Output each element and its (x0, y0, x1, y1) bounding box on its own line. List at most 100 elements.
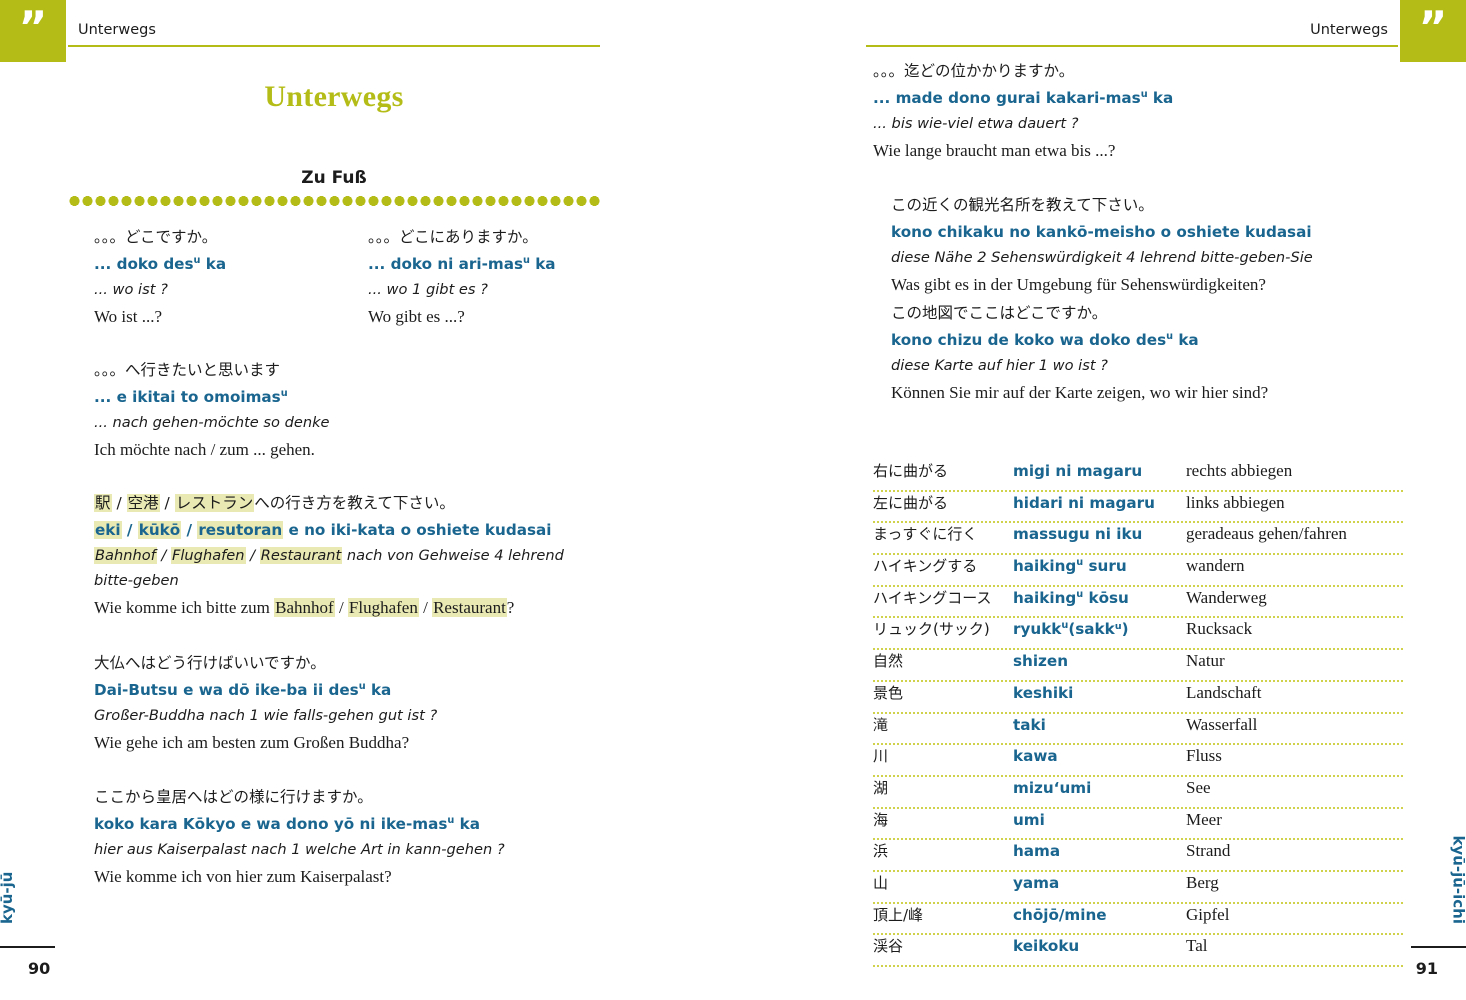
phrase-german: Wo ist ...? (94, 306, 163, 326)
vocab-japanese: 右に曲がる (873, 462, 949, 480)
phrase-gloss: Bahnhof / Flughafen / Restaurant nach vo… (94, 546, 564, 589)
table-row: 頂上/峰 chōjō/mine Gipfel (873, 904, 1403, 936)
vocab-romaji: keikoku (1013, 937, 1080, 956)
vocab-japanese: リュック(サック) (873, 620, 990, 639)
vocab-japanese: 海 (873, 810, 889, 829)
right-page: ” Unterwegs 。。。迄どの位かかりますか。 ... made dono… (733, 0, 1466, 1000)
chapter-title: Unterwegs (264, 80, 404, 113)
vocab-japanese: 景色 (873, 683, 904, 702)
vocab-german: rechts abbiegen (1186, 461, 1293, 480)
vocab-japanese: 湖 (873, 778, 889, 797)
phrase-japanese: 。。。迄どの位かかりますか。 (873, 62, 1075, 80)
highlighted-term: Bahnhof (274, 597, 335, 617)
vocab-romaji: migi ni magaru (1013, 462, 1143, 480)
table-row: 渓谷 keikoku Tal (873, 935, 1403, 967)
vocab-japanese: 川 (873, 747, 889, 766)
running-head-right: Unterwegs (1310, 22, 1388, 38)
table-row: 湖 mizu‘umi See (873, 777, 1403, 809)
vocab-german: Tal (1186, 936, 1208, 956)
phrase-romaji: kono chizu de koko wa doko desu ka (891, 330, 1199, 349)
vocab-romaji: yama (1013, 873, 1060, 892)
table-row: 川 kawa Fluss (873, 745, 1403, 777)
vocab-german: Wanderweg (1186, 587, 1267, 607)
phrase-german: Ich möchte nach / zum ... gehen. (94, 439, 315, 459)
vocab-japanese: まっすぐに行く (873, 525, 978, 544)
phrase-romaji: koko kara Kōkyo e wa dono yō ni ike-masu… (94, 814, 480, 833)
phrase-romaji: ... doko desu ka (94, 254, 227, 273)
phrase-block-5: ここから皇居へはどの様に行けますか。 koko kara Kōkyo e wa … (94, 784, 505, 891)
phrase-gloss: hier aus Kaiserpalast nach 1 welche Art … (94, 840, 505, 858)
side-tab-left: kyū-jū (0, 871, 16, 924)
vocab-japanese: 自然 (873, 652, 904, 671)
vocab-romaji: chōjō/mine (1013, 905, 1107, 924)
phrase-japanese: ここから皇居へはどの様に行けますか。 (94, 788, 373, 806)
vocab-german: Natur (1186, 651, 1225, 671)
folio-rule-right (1411, 945, 1466, 948)
phrase-block-r3: この地図でここはどこですか。 kono chizu de koko wa dok… (891, 300, 1268, 407)
left-page: ” Unterwegs Unterwegs Zu Fuß 。。。どこですか。 .… (0, 0, 733, 1000)
vocab-romaji: umi (1013, 810, 1045, 829)
vocab-japanese: 左に曲がる (873, 493, 949, 512)
vocab-german: Landschaft (1186, 682, 1262, 702)
vocab-japanese: 頂上/峰 (873, 905, 924, 924)
vocab-romaji: taki (1013, 715, 1046, 734)
quote-mark-block-left: ” (0, 0, 66, 62)
vocab-german: Berg (1186, 872, 1219, 892)
phrase-german: Können Sie mir auf der Karte zeigen, wo … (891, 382, 1269, 402)
phrase-gloss: ... wo ist ? (94, 280, 168, 298)
phrase-romaji: ... e ikitai to omoimasu (94, 387, 288, 406)
table-row: 滝 taki Wasserfall (873, 714, 1403, 746)
highlighted-term: Restaurant (432, 597, 507, 617)
vocab-german: See (1186, 777, 1211, 797)
vocab-romaji: haikingu suru (1013, 557, 1127, 576)
phrase-gloss: ... bis wie-viel etwa dauert ? (873, 114, 1079, 132)
vocab-romaji: ryukku(sakkᵘ) (1013, 620, 1129, 639)
phrase-german: Was gibt es in der Umgebung für Sehenswü… (891, 274, 1266, 294)
table-row: 海 umi Meer (873, 809, 1403, 841)
vocab-japanese: ハイキングコース (873, 588, 992, 607)
phrase-gloss: ... nach gehen-möchte so denke (94, 413, 330, 431)
table-row: まっすぐに行く massugu ni iku geradeaus gehen/fah… (873, 523, 1403, 556)
quotation-mark-icon: ” (18, 2, 48, 54)
highlighted-term: 駅 (94, 494, 112, 512)
phrase-block-2: 。。。へ行きたいと思います ... e ikitai to omoimasu .… (94, 357, 330, 464)
vocab-japanese: ハイキングする (873, 557, 978, 576)
vocab-japanese: 山 (873, 873, 889, 892)
section-title: Zu Fuß (301, 168, 367, 188)
highlighted-term: Bahnhof (94, 546, 157, 564)
table-row: ハイキングする haikingu suru wandern (873, 555, 1403, 587)
page-number-left: 90 (28, 959, 51, 978)
vocab-romaji: massugu ni iku (1013, 525, 1143, 544)
vocab-japanese: 渓谷 (873, 937, 904, 956)
quote-mark-block-right: ” (1400, 0, 1466, 62)
highlighted-term: kūkō (137, 520, 182, 539)
phrase-romaji: kono chikaku no kankō-meisho o oshiete k… (891, 222, 1312, 241)
folio-rule-left (0, 945, 55, 948)
phrase-block-4: 大仏へはどう行けばいいですか。 Dai-Butsu e wa dō ike-ba… (94, 650, 437, 757)
vocab-german: Rucksack (1186, 619, 1253, 639)
phrase-gloss: Großer-Buddha nach 1 wie falls-gehen gut… (94, 706, 438, 724)
phrase-romaji: ... doko ni ari-masu ka (368, 254, 556, 273)
table-row: 左に曲がる hidari ni magaru links abbiegen (873, 492, 1403, 524)
running-head-left: Unterwegs (78, 22, 156, 38)
vocab-romaji: shizen (1013, 652, 1069, 671)
table-row: 右に曲がる migi ni magaru rechts abbiegen (873, 460, 1403, 492)
highlighted-term: Flughafen (170, 546, 246, 564)
table-row: リュック(サック) ryukku(sakkᵘ) Rucksack (873, 618, 1403, 651)
vocab-japanese: 浜 (873, 842, 889, 861)
vocab-romaji: keshiki (1013, 683, 1074, 702)
table-row: 自然 shizen Natur (873, 650, 1403, 682)
table-row: ハイキングコース haikingu kōsu Wanderweg (873, 587, 1403, 619)
vocab-romaji: kawa (1013, 747, 1058, 766)
header-rule-right (866, 45, 1398, 47)
side-tab-right: kyū-jū-ichi (1450, 835, 1466, 924)
highlighted-term: 空港 (126, 494, 160, 512)
vocab-romaji: hidari ni magaru (1013, 493, 1155, 512)
table-row: 浜 hama Strand (873, 840, 1403, 872)
vocab-romaji: mizu‘umi (1013, 778, 1092, 797)
vocab-japanese: 滝 (873, 715, 889, 734)
highlighted-term: レストラン (174, 494, 255, 512)
phrase-block-r2: この近くの観光名所を教えて下さい。 kono chikaku no kankō-… (891, 192, 1313, 299)
phrase-japanese: 。。。どこにありますか。 (368, 228, 538, 246)
phrase-block-3-highlighted: 駅 / 空港 / レストランへの行き方を教えて下さい。 eki / kūkō /… (94, 490, 594, 622)
